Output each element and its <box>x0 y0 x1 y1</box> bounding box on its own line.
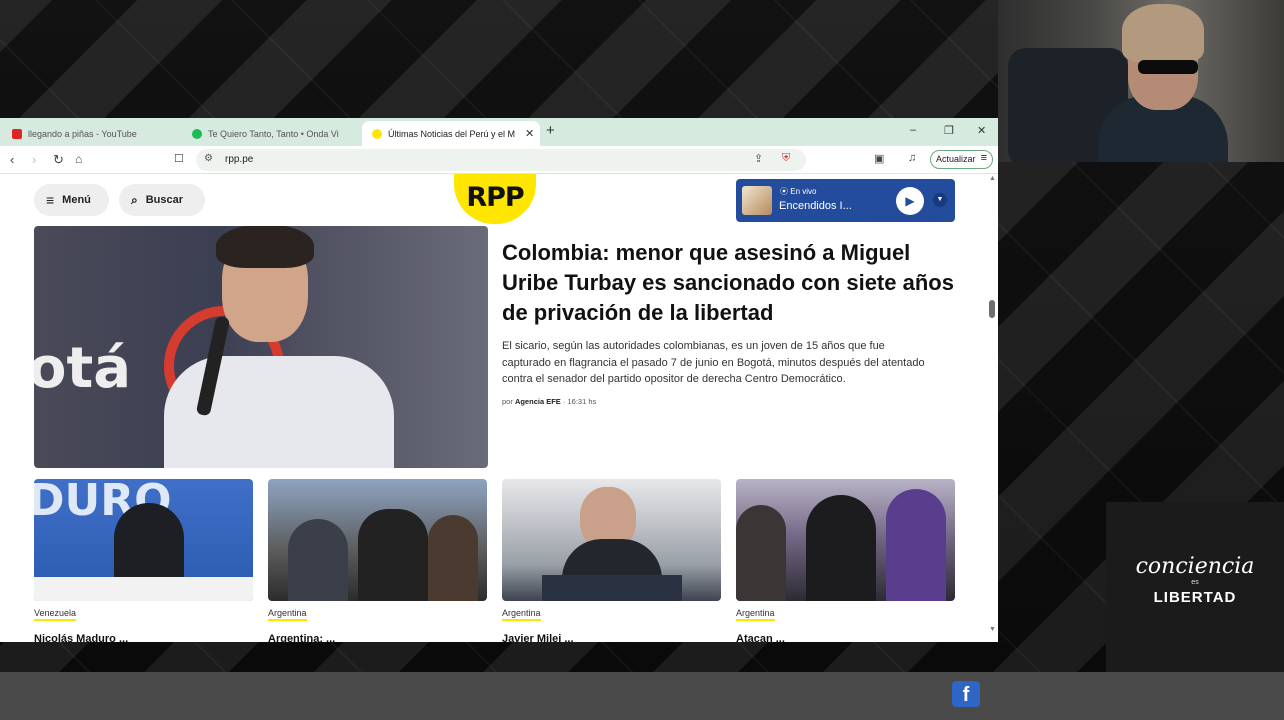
brand-sub-text: LIBERTAD <box>1153 589 1237 606</box>
live-player[interactable]: ⦿ En vivo Encendidos I... ▶ ▼ <box>736 179 955 222</box>
news-card[interactable]: Argentina Atacan ... <box>736 479 955 642</box>
news-card[interactable]: DURO Venezuela Nicolás Maduro ... <box>34 479 253 642</box>
update-button[interactable]: Actualizar ≡ <box>930 150 993 169</box>
site-header: ≡ Menú ⌕ Buscar RPP ⦿ En vivo Encendidos… <box>0 174 990 226</box>
tab-strip: llegando a piñas - YouTube Te Quiero Tan… <box>0 118 998 146</box>
new-tab-icon[interactable]: + <box>546 122 555 139</box>
timestamp: 16:31 hs <box>567 397 597 406</box>
hero-image-hair <box>216 226 314 268</box>
card-tag[interactable]: Venezuela <box>34 608 77 621</box>
brand-overlay: conciencia es LIBERTAD <box>1106 502 1284 677</box>
hero-image[interactable]: otá <box>34 226 488 468</box>
page-content: ≡ Menú ⌕ Buscar RPP ⦿ En vivo Encendidos… <box>0 174 998 642</box>
card-title[interactable]: Atacan ... <box>736 633 785 642</box>
news-card[interactable]: Argentina Javier Milei ... <box>502 479 721 642</box>
menu-label: Menú <box>62 194 91 206</box>
shield-icon[interactable]: ⛨ <box>782 152 790 165</box>
reader-icon[interactable]: ▣ <box>874 152 884 165</box>
close-tab-icon[interactable]: ✕ <box>525 127 534 140</box>
youtube-icon <box>12 128 22 139</box>
restore-icon[interactable]: ❐ <box>944 124 954 137</box>
hamburger-icon: ≡ <box>46 192 55 208</box>
address-bar[interactable]: ⚙ rpp.pe <box>196 149 806 171</box>
music-note-icon[interactable]: ♫ <box>908 152 916 164</box>
share-icon[interactable]: ⇪ <box>754 152 763 165</box>
bottom-bar <box>0 672 1284 720</box>
search-label: Buscar <box>145 194 184 206</box>
live-signal-icon: ⦿ <box>780 187 788 196</box>
tab-music[interactable]: Te Quiero Tanto, Tanto • Onda Vi <box>182 121 362 146</box>
home-icon[interactable]: ⌂ <box>75 152 82 166</box>
card-image[interactable]: DURO <box>34 479 253 601</box>
rpp-favicon-icon <box>372 128 382 139</box>
card-tag[interactable]: Argentina <box>502 608 541 621</box>
webcam-overlay <box>998 0 1284 162</box>
tab-label: Te Quiero Tanto, Tanto • Onda Vi <box>208 128 339 139</box>
news-card[interactable]: Argentina Argentina: ... <box>268 479 487 642</box>
hero-byline: por Agencia EFE · 16:31 hs <box>502 397 597 406</box>
browser-window: llegando a piñas - YouTube Te Quiero Tan… <box>0 118 998 642</box>
play-icon[interactable]: ▶ <box>896 187 924 215</box>
site-info-icon[interactable]: ⚙ <box>204 153 213 164</box>
card-title[interactable]: Nicolás Maduro ... <box>34 633 128 642</box>
sunglasses <box>1138 60 1198 74</box>
update-label: Actualizar <box>936 154 976 164</box>
card-title[interactable]: Argentina: ... <box>268 633 335 642</box>
live-title: Encendidos I... <box>779 200 852 212</box>
bookmark-icon[interactable]: ☐ <box>174 152 184 165</box>
live-thumbnail <box>742 186 772 215</box>
url-text: rpp.pe <box>225 154 254 165</box>
hero-image-sign: otá <box>34 336 132 401</box>
forward-icon[interactable]: › <box>32 152 36 167</box>
menu-icon: ≡ <box>980 152 987 164</box>
hero-headline[interactable]: Colombia: menor que asesinó a Miguel Uri… <box>502 238 962 328</box>
music-icon <box>192 128 202 139</box>
live-label: ⦿ En vivo <box>780 187 817 196</box>
beanie <box>1122 4 1204 62</box>
tab-youtube[interactable]: llegando a piñas - YouTube <box>2 121 182 146</box>
scroll-down-icon[interactable]: ▼ <box>989 626 996 633</box>
search-icon: ⌕ <box>131 192 138 207</box>
tab-label: Últimas Noticias del Perú y el M <box>388 128 516 139</box>
card-image[interactable] <box>268 479 487 601</box>
author[interactable]: Agencia EFE <box>515 397 561 406</box>
facebook-icon[interactable]: f <box>952 681 980 707</box>
brand-main-text: conciencia <box>1135 554 1255 579</box>
card-title[interactable]: Javier Milei ... <box>502 633 574 642</box>
tab-label: llegando a piñas - YouTube <box>28 128 137 139</box>
hero-summary: El sicario, según las autoridades colomb… <box>502 340 925 385</box>
card-tag[interactable]: Argentina <box>736 608 775 621</box>
scroll-up-icon[interactable]: ▲ <box>989 175 996 182</box>
menu-button[interactable]: ≡ Menú <box>34 184 109 216</box>
chevron-down-icon[interactable]: ▼ <box>933 193 947 207</box>
back-icon[interactable]: ‹ <box>10 152 14 167</box>
close-window-icon[interactable]: ✕ <box>977 124 986 137</box>
nav-bar: ‹ › ↻ ⌂ ☐ ⚙ rpp.pe ⇪ ⛨ ▣ ♫ Actualizar ≡ <box>0 146 998 174</box>
card-image[interactable] <box>502 479 721 601</box>
scroll-thumb[interactable] <box>989 300 995 318</box>
minimize-icon[interactable]: – <box>910 124 916 136</box>
scrollbar[interactable]: ▲ ▼ <box>986 174 998 642</box>
search-button[interactable]: ⌕ Buscar <box>119 184 205 216</box>
card-tag[interactable]: Argentina <box>268 608 307 621</box>
reload-icon[interactable]: ↻ <box>53 152 64 168</box>
brand-es-text: es <box>1191 579 1199 586</box>
card-image[interactable] <box>736 479 955 601</box>
tab-rpp[interactable]: Últimas Noticias del Perú y el M ✕ <box>362 121 540 146</box>
rpp-logo[interactable]: RPP <box>454 174 536 224</box>
